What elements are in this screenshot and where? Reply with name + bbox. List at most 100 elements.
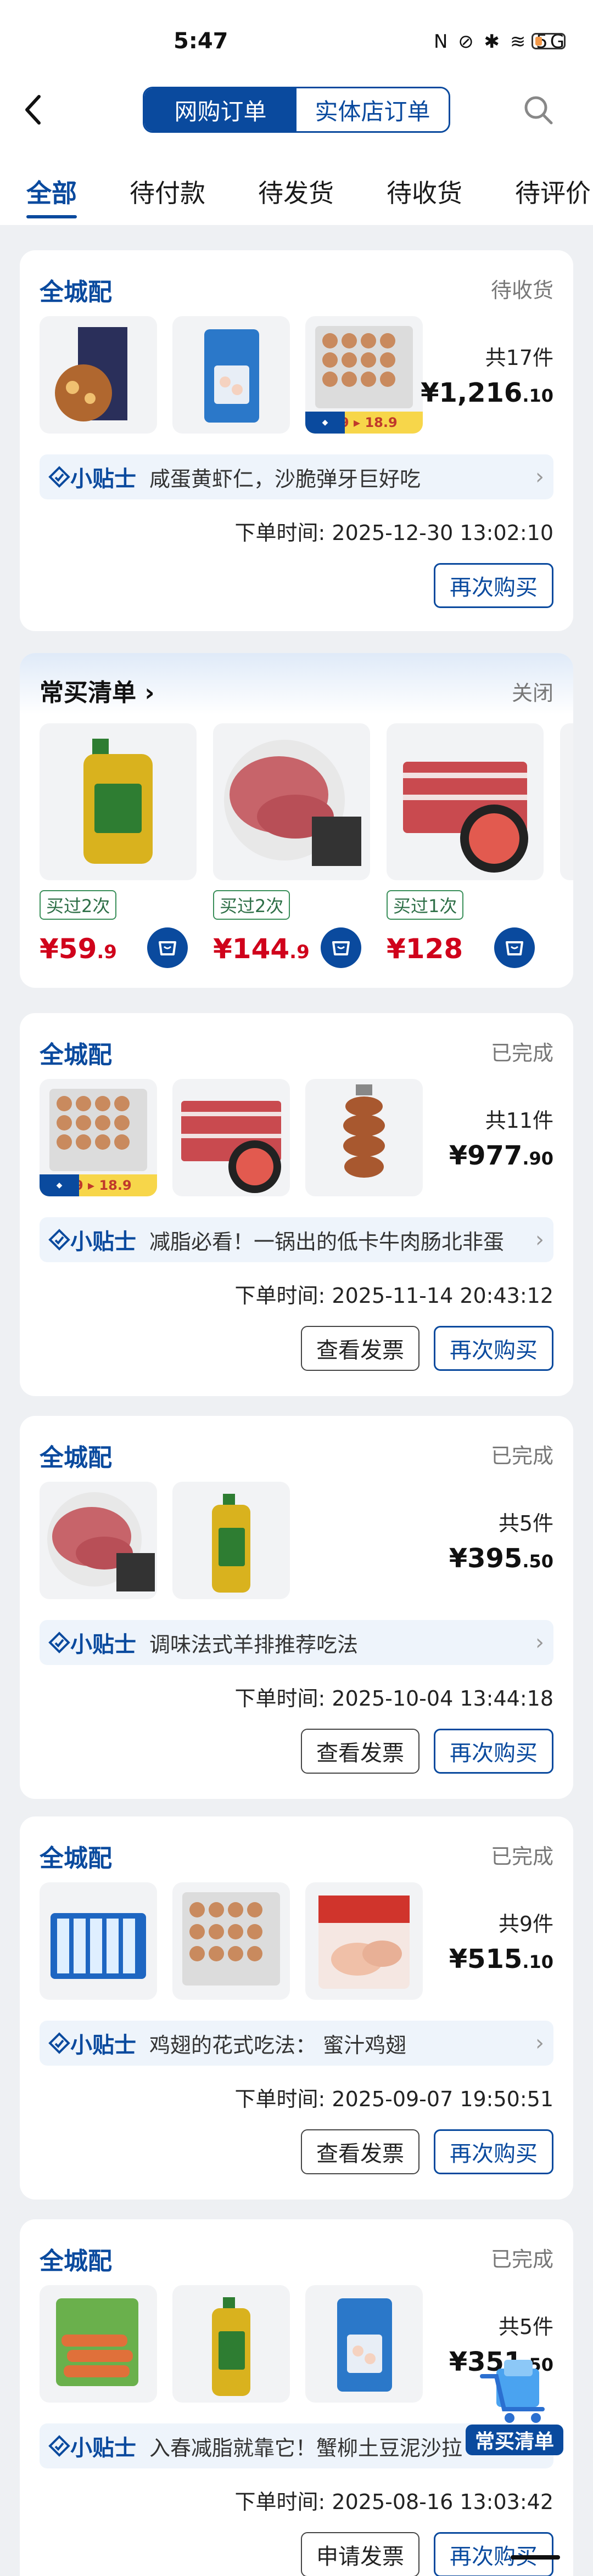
- tip-banner[interactable]: 小贴士 减脂必看！一锅出的低卡牛肉肠北非蛋 ›: [40, 1217, 553, 1262]
- product-image[interactable]: [40, 2285, 157, 2403]
- bought-count-badge: 买过1次: [387, 890, 464, 920]
- search-icon[interactable]: [522, 93, 555, 126]
- order-card[interactable]: 全城配 已完成 共5件 ¥395.50 小贴士 调味法式羊排推荐吃法 › 下单时…: [20, 1416, 573, 1799]
- product-image[interactable]: [40, 1882, 157, 2000]
- tip-banner[interactable]: 小贴士 咸蛋黄虾仁，沙脆弹牙巨好吃 ›: [40, 454, 553, 499]
- add-to-cart-button[interactable]: [494, 927, 535, 968]
- frequent-list-close[interactable]: 关闭: [512, 676, 553, 706]
- back-icon[interactable]: [16, 90, 49, 130]
- tip-badge: 小贴士: [48, 461, 136, 493]
- order-status: 已完成: [490, 1844, 553, 1869]
- tip-text: 咸蛋黄虾仁，沙脆弹牙巨好吃: [149, 466, 421, 491]
- tab-pending-shipment[interactable]: 待发货: [258, 164, 334, 225]
- product-image[interactable]: [560, 723, 573, 880]
- buy-again-button[interactable]: 再次购买: [434, 2129, 553, 2174]
- bought-count-badge: 买过2次: [213, 890, 290, 920]
- delivery-type: 全城配: [40, 278, 112, 306]
- product-price: ¥59.9: [40, 933, 117, 965]
- segment-online-orders[interactable]: 网购订单: [144, 88, 296, 131]
- promo-tag-logo: ◆: [305, 412, 345, 434]
- frequent-items: 买过2次 ¥59.9 买过2次 ¥144.9 买过1次 ¥128: [40, 723, 573, 971]
- frequent-item[interactable]: 买过2次 ¥59.9: [40, 723, 197, 971]
- order-actions: 查看发票 再次购买: [287, 1729, 553, 1774]
- frequent-item[interactable]: 买过1次 ¥128: [387, 723, 544, 971]
- buy-again-button[interactable]: 再次购买: [434, 2532, 553, 2576]
- order-status: 已完成: [490, 1444, 553, 1468]
- cart-icon: [506, 941, 523, 955]
- product-image[interactable]: ◆19 ▸ 18.9: [40, 1079, 157, 1196]
- order-summary: 共5件 ¥395.50: [449, 1506, 553, 1574]
- segment-store-orders[interactable]: 实体店订单: [296, 88, 449, 131]
- order-card[interactable]: 全城配 待收货 ◆19 ▸ 18.9 共17件 ¥1,216.10 小贴士 咸蛋…: [20, 250, 573, 631]
- tab-pending-receipt[interactable]: 待收货: [387, 164, 462, 225]
- order-time: 下单时间: 2025-08-16 13:03:42: [234, 2490, 553, 2514]
- view-invoice-button[interactable]: 查看发票: [301, 1729, 419, 1774]
- price-row: ¥144.9: [213, 927, 370, 971]
- item-count: 共11件: [485, 1109, 553, 1133]
- order-card[interactable]: 全城配 已完成 共9件 ¥515.10 小贴士 鸡翅的花式吃法： 蜜汁鸡翅 › …: [20, 1816, 573, 2200]
- order-type-toggle: 网购订单 实体店订单: [143, 87, 450, 133]
- order-time: 下单时间: 2025-10-04 13:44:18: [234, 1686, 553, 1711]
- frequent-item-partial[interactable]: [560, 723, 573, 971]
- buy-again-button[interactable]: 再次购买: [434, 563, 553, 608]
- delivery-type: 全城配: [40, 2247, 112, 2275]
- view-invoice-button[interactable]: 查看发票: [301, 1326, 419, 1371]
- product-image[interactable]: [305, 1882, 423, 2000]
- tip-badge: 小贴士: [48, 2027, 136, 2059]
- header: 网购订单 实体店订单: [0, 82, 593, 164]
- tip-text: 调味法式羊排推荐吃法: [149, 1632, 359, 1657]
- product-image[interactable]: [40, 1482, 157, 1599]
- bought-count-badge: 买过2次: [40, 890, 117, 920]
- tab-pending-payment[interactable]: 待付款: [130, 164, 205, 225]
- order-card[interactable]: 全城配 已完成 ◆19 ▸ 18.9 共11件 ¥977.90 小贴士 减脂必看…: [20, 1013, 573, 1396]
- order-total: ¥1,216.10: [421, 378, 553, 408]
- tab-all[interactable]: 全部: [26, 164, 77, 225]
- delivery-type: 全城配: [40, 1844, 112, 1872]
- view-invoice-button[interactable]: 查看发票: [301, 2129, 419, 2174]
- product-image[interactable]: [172, 1079, 290, 1196]
- item-count: 共5件: [498, 1511, 553, 1536]
- product-image[interactable]: [40, 723, 197, 880]
- product-image[interactable]: ◆19 ▸ 18.9: [305, 316, 423, 434]
- product-image[interactable]: [172, 1482, 290, 1599]
- product-price: ¥144.9: [213, 933, 310, 965]
- product-image[interactable]: [305, 1079, 423, 1196]
- product-image[interactable]: [40, 316, 157, 434]
- tip-banner[interactable]: 小贴士 调味法式羊排推荐吃法 ›: [40, 1620, 553, 1665]
- product-image[interactable]: [387, 723, 544, 880]
- product-image[interactable]: [172, 2285, 290, 2403]
- product-price: ¥128: [387, 933, 463, 965]
- buy-again-button[interactable]: 再次购买: [434, 1729, 553, 1774]
- add-to-cart-button[interactable]: [321, 927, 361, 968]
- cart-icon: [332, 941, 350, 955]
- product-thumbnails: [40, 2285, 438, 2403]
- frequent-item[interactable]: 买过2次 ¥144.9: [213, 723, 370, 971]
- delivery-type: 全城配: [40, 1041, 112, 1069]
- order-actions: 再次购买: [419, 563, 553, 608]
- product-thumbnails: ◆19 ▸ 18.9: [40, 1079, 438, 1196]
- status-time: 5:47: [174, 29, 228, 54]
- promo-tag: ◆19 ▸ 18.9: [40, 1174, 157, 1196]
- buy-again-button[interactable]: 再次购买: [434, 1326, 553, 1371]
- tip-badge: 小贴士: [48, 1224, 136, 1256]
- frequent-list-title[interactable]: 常买清单 ›: [40, 673, 154, 708]
- order-time: 下单时间: 2025-09-07 19:50:51: [234, 2087, 553, 2111]
- add-to-cart-button[interactable]: [147, 927, 188, 968]
- status-bar: 5:47 N ⊘ ✱ ≋ 5G: [0, 0, 593, 82]
- product-image[interactable]: [305, 2285, 423, 2403]
- product-image[interactable]: [172, 1882, 290, 2000]
- product-image[interactable]: [172, 316, 290, 434]
- shopping-cart-icon: [480, 2360, 545, 2423]
- tip-banner[interactable]: 小贴士 鸡翅的花式吃法： 蜜汁鸡翅 ›: [40, 2021, 553, 2066]
- frequent-list-float-button[interactable]: 常买清单: [466, 2354, 563, 2459]
- order-status: 已完成: [490, 2247, 553, 2271]
- product-thumbnails: ◆19 ▸ 18.9: [40, 316, 438, 434]
- order-actions: 查看发票 再次购买: [287, 1326, 553, 1371]
- tab-pending-review[interactable]: 待评价: [515, 164, 591, 225]
- chevron-right-icon: ›: [144, 679, 155, 707]
- tip-icon: [48, 466, 70, 488]
- request-invoice-button[interactable]: 申请发票: [301, 2532, 419, 2576]
- product-image[interactable]: [213, 723, 370, 880]
- chevron-right-icon: ›: [535, 1227, 544, 1252]
- battery-icon: [532, 33, 566, 49]
